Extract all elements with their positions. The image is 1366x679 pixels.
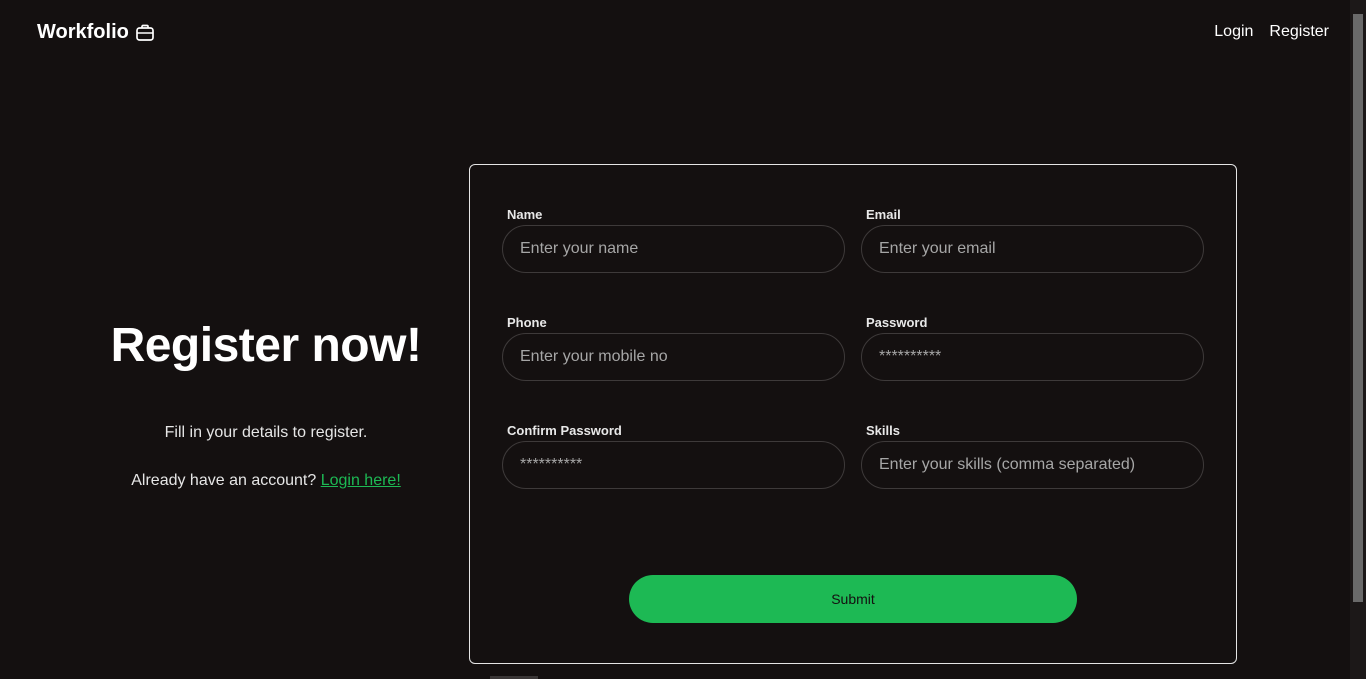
scrollbar-thumb[interactable] — [1353, 14, 1363, 602]
nav-register-link[interactable]: Register — [1269, 23, 1329, 41]
hero-subtitle: Fill in your details to register. — [164, 424, 368, 441]
briefcase-icon — [135, 23, 155, 43]
phone-input[interactable] — [502, 333, 845, 381]
confirm-password-input[interactable] — [502, 441, 845, 489]
submit-button[interactable]: Submit — [629, 575, 1077, 623]
skills-label: Skills — [866, 423, 900, 438]
login-prompt: Already have an account? Login here! — [0, 472, 532, 490]
name-label: Name — [507, 207, 543, 222]
login-prompt-text: Already have an account? — [131, 472, 317, 489]
top-nav: Login Register — [1214, 23, 1329, 41]
skills-input[interactable] — [861, 441, 1204, 489]
name-field-group: Name — [502, 207, 845, 273]
register-page: Workfolio Login Register Register now! F… — [0, 0, 1366, 679]
phone-field-group: Phone — [502, 315, 845, 381]
skills-field-group: Skills — [861, 423, 1204, 489]
brand-name: Workfolio — [37, 21, 129, 43]
email-input[interactable] — [861, 225, 1204, 273]
nav-login-link[interactable]: Login — [1214, 23, 1253, 41]
name-input[interactable] — [502, 225, 845, 273]
password-input[interactable] — [861, 333, 1204, 381]
page-title: Register now! — [110, 319, 422, 372]
confirm-password-field-group: Confirm Password — [502, 423, 845, 489]
password-label: Password — [866, 315, 928, 330]
phone-label: Phone — [507, 315, 547, 330]
confirm-password-label: Confirm Password — [507, 423, 622, 438]
brand-logo[interactable]: Workfolio — [37, 21, 155, 44]
vertical-scrollbar[interactable] — [1350, 0, 1366, 679]
login-here-link[interactable]: Login here! — [321, 472, 401, 489]
password-field-group: Password — [861, 315, 1204, 381]
email-label: Email — [866, 207, 901, 222]
email-field-group: Email — [861, 207, 1204, 273]
register-form: Name Email Phone Password Confirm Passwo… — [469, 164, 1237, 664]
